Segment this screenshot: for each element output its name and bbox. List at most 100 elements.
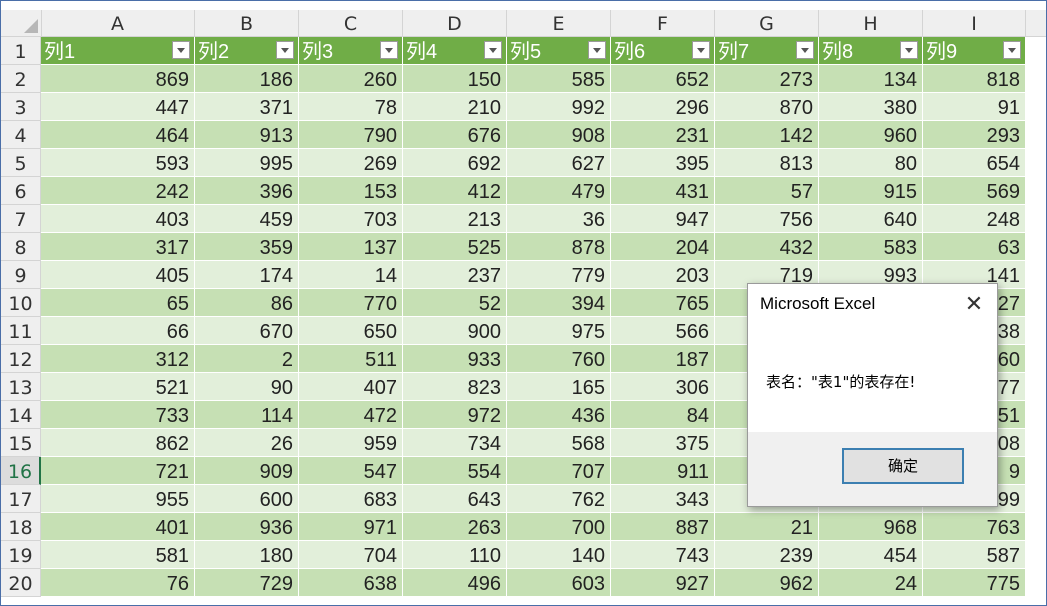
table-cell[interactable]: 734 (403, 429, 507, 457)
table-cell[interactable]: 174 (195, 261, 299, 289)
table-cell[interactable]: 24 (819, 569, 923, 597)
table-cell[interactable]: 775 (923, 569, 1026, 597)
table-cell[interactable]: 729 (195, 569, 299, 597)
row-header-16[interactable]: 16 (1, 457, 41, 485)
table-header-cell[interactable]: 列4 (403, 37, 507, 65)
filter-dropdown-icon[interactable] (588, 41, 606, 59)
column-header-f[interactable]: F (611, 10, 715, 36)
table-cell[interactable]: 153 (299, 177, 403, 205)
table-cell[interactable]: 568 (507, 429, 611, 457)
table-cell[interactable]: 654 (923, 149, 1026, 177)
table-cell[interactable]: 84 (611, 401, 715, 429)
table-cell[interactable]: 263 (403, 513, 507, 541)
table-cell[interactable]: 823 (403, 373, 507, 401)
table-cell[interactable]: 464 (41, 121, 195, 149)
table-cell[interactable]: 65 (41, 289, 195, 317)
table-cell[interactable]: 995 (195, 149, 299, 177)
table-cell[interactable]: 447 (41, 93, 195, 121)
table-cell[interactable]: 955 (41, 485, 195, 513)
table-cell[interactable]: 405 (41, 261, 195, 289)
row-header-9[interactable]: 9 (1, 261, 41, 289)
table-cell[interactable]: 80 (819, 149, 923, 177)
table-cell[interactable]: 643 (403, 485, 507, 513)
table-cell[interactable]: 204 (611, 233, 715, 261)
table-cell[interactable]: 306 (611, 373, 715, 401)
column-header-g[interactable]: G (715, 10, 819, 36)
table-cell[interactable]: 459 (195, 205, 299, 233)
row-header-10[interactable]: 10 (1, 289, 41, 317)
table-cell[interactable]: 959 (299, 429, 403, 457)
table-cell[interactable]: 692 (403, 149, 507, 177)
row-header-11[interactable]: 11 (1, 317, 41, 345)
row-header-20[interactable]: 20 (1, 569, 41, 597)
table-cell[interactable]: 933 (403, 345, 507, 373)
column-header-b[interactable]: B (195, 10, 299, 36)
table-cell[interactable]: 908 (507, 121, 611, 149)
table-cell[interactable]: 765 (611, 289, 715, 317)
table-cell[interactable]: 911 (611, 457, 715, 485)
table-cell[interactable]: 627 (507, 149, 611, 177)
table-cell[interactable]: 78 (299, 93, 403, 121)
filter-dropdown-icon[interactable] (276, 41, 294, 59)
table-header-cell[interactable]: 列8 (819, 37, 923, 65)
table-cell[interactable]: 86 (195, 289, 299, 317)
row-header-6[interactable]: 6 (1, 177, 41, 205)
table-cell[interactable]: 760 (507, 345, 611, 373)
table-cell[interactable]: 818 (923, 65, 1026, 93)
row-header-19[interactable]: 19 (1, 541, 41, 569)
table-cell[interactable]: 900 (403, 317, 507, 345)
table-cell[interactable]: 927 (611, 569, 715, 597)
row-header-17[interactable]: 17 (1, 485, 41, 513)
filter-dropdown-icon[interactable] (692, 41, 710, 59)
filter-dropdown-icon[interactable] (796, 41, 814, 59)
table-cell[interactable]: 394 (507, 289, 611, 317)
table-cell[interactable]: 359 (195, 233, 299, 261)
table-header-cell[interactable]: 列3 (299, 37, 403, 65)
table-cell[interactable]: 296 (611, 93, 715, 121)
row-header-2[interactable]: 2 (1, 65, 41, 93)
table-cell[interactable]: 638 (299, 569, 403, 597)
table-cell[interactable]: 436 (507, 401, 611, 429)
table-cell[interactable]: 962 (715, 569, 819, 597)
table-cell[interactable]: 412 (403, 177, 507, 205)
column-header-a[interactable]: A (41, 10, 195, 36)
table-cell[interactable]: 968 (819, 513, 923, 541)
table-cell[interactable]: 585 (507, 65, 611, 93)
table-cell[interactable]: 992 (507, 93, 611, 121)
table-cell[interactable]: 403 (41, 205, 195, 233)
table-cell[interactable]: 581 (41, 541, 195, 569)
table-cell[interactable]: 57 (715, 177, 819, 205)
row-header-13[interactable]: 13 (1, 373, 41, 401)
row-header-12[interactable]: 12 (1, 345, 41, 373)
table-cell[interactable]: 762 (507, 485, 611, 513)
table-cell[interactable]: 779 (507, 261, 611, 289)
table-cell[interactable]: 721 (41, 457, 195, 485)
row-header-18[interactable]: 18 (1, 513, 41, 541)
table-cell[interactable]: 603 (507, 569, 611, 597)
table-cell[interactable]: 90 (195, 373, 299, 401)
ok-button[interactable]: 确定 (842, 448, 964, 484)
table-cell[interactable]: 583 (819, 233, 923, 261)
table-cell[interactable]: 134 (819, 65, 923, 93)
table-cell[interactable]: 521 (41, 373, 195, 401)
column-header-c[interactable]: C (299, 10, 403, 36)
table-cell[interactable]: 915 (819, 177, 923, 205)
table-cell[interactable]: 317 (41, 233, 195, 261)
table-cell[interactable]: 237 (403, 261, 507, 289)
table-cell[interactable]: 165 (507, 373, 611, 401)
table-cell[interactable]: 137 (299, 233, 403, 261)
table-cell[interactable]: 110 (403, 541, 507, 569)
table-cell[interactable]: 554 (403, 457, 507, 485)
table-cell[interactable]: 210 (403, 93, 507, 121)
table-cell[interactable]: 743 (611, 541, 715, 569)
select-all-corner[interactable] (1, 10, 42, 36)
table-cell[interactable]: 496 (403, 569, 507, 597)
filter-dropdown-icon[interactable] (900, 41, 918, 59)
filter-dropdown-icon[interactable] (484, 41, 502, 59)
table-cell[interactable]: 396 (195, 177, 299, 205)
table-cell[interactable]: 380 (819, 93, 923, 121)
table-cell[interactable]: 547 (299, 457, 403, 485)
row-header-15[interactable]: 15 (1, 429, 41, 457)
row-header-1[interactable]: 1 (1, 37, 41, 65)
table-cell[interactable]: 756 (715, 205, 819, 233)
